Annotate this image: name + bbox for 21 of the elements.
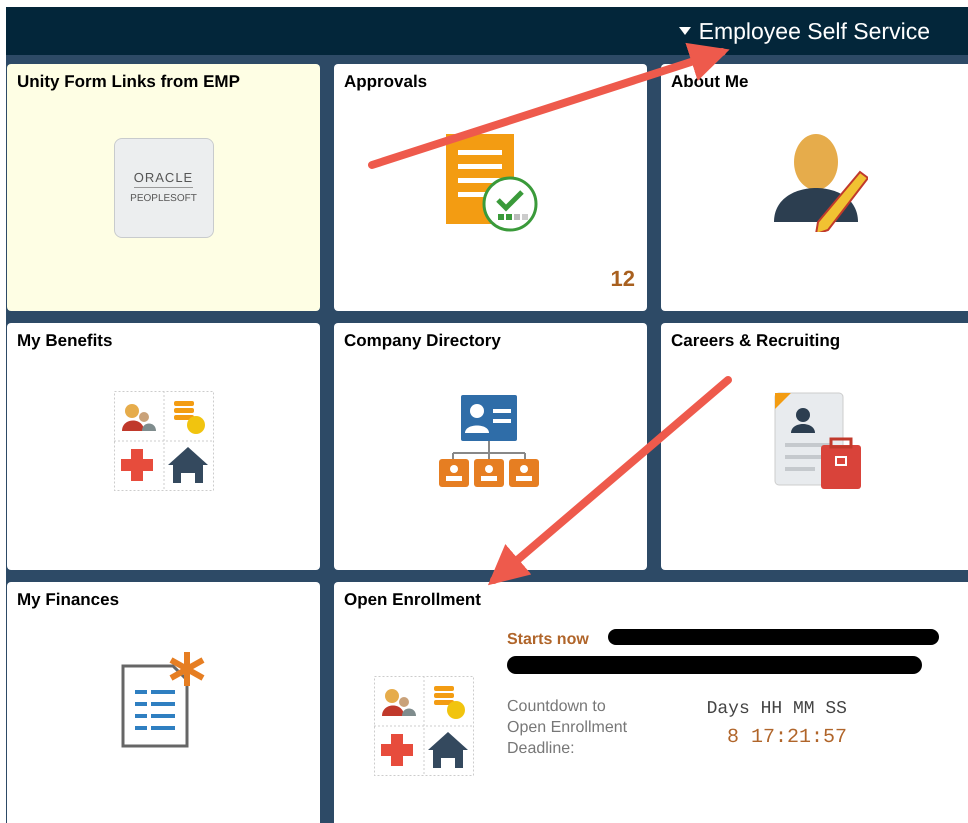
tile[interactable]: About Me [661, 64, 968, 311]
tile[interactable]: My Finances [7, 582, 320, 823]
countdown-label: Countdown to Open Enrollment Deadline: [507, 697, 628, 759]
notice-text: Starts now [507, 630, 589, 650]
logo-wordmark: ORACLE [134, 170, 194, 188]
benefits-icon [114, 390, 214, 490]
tile[interactable]: Careers & Recruiting [661, 323, 968, 570]
tile[interactable]: Approvals 12 [334, 64, 647, 311]
countdown-timer: 8 17:21:57 [726, 726, 847, 750]
tile[interactable]: Unity Form Links from EMP ORACLE PEOPLESOFT [7, 64, 320, 311]
countdown-units: Days HH MM SS [706, 698, 847, 720]
resume-briefcase-icon [772, 390, 862, 490]
count-label: 12 [610, 265, 635, 293]
caret-icon [678, 27, 691, 35]
tile[interactable]: Open Enrollment Starts now Countdown to Open Enrollment Deadline: Days HH MM SS 8 17:21:57 [334, 582, 968, 823]
tile[interactable]: Company Directory [334, 323, 647, 570]
homepage-selector[interactable]: Employee Self Service [678, 14, 930, 48]
benefits-icon [374, 676, 474, 776]
approval-document-icon [444, 132, 538, 232]
logo-subtitle: PEOPLESOFT [130, 192, 197, 204]
tile[interactable]: My Benefits [7, 323, 320, 570]
